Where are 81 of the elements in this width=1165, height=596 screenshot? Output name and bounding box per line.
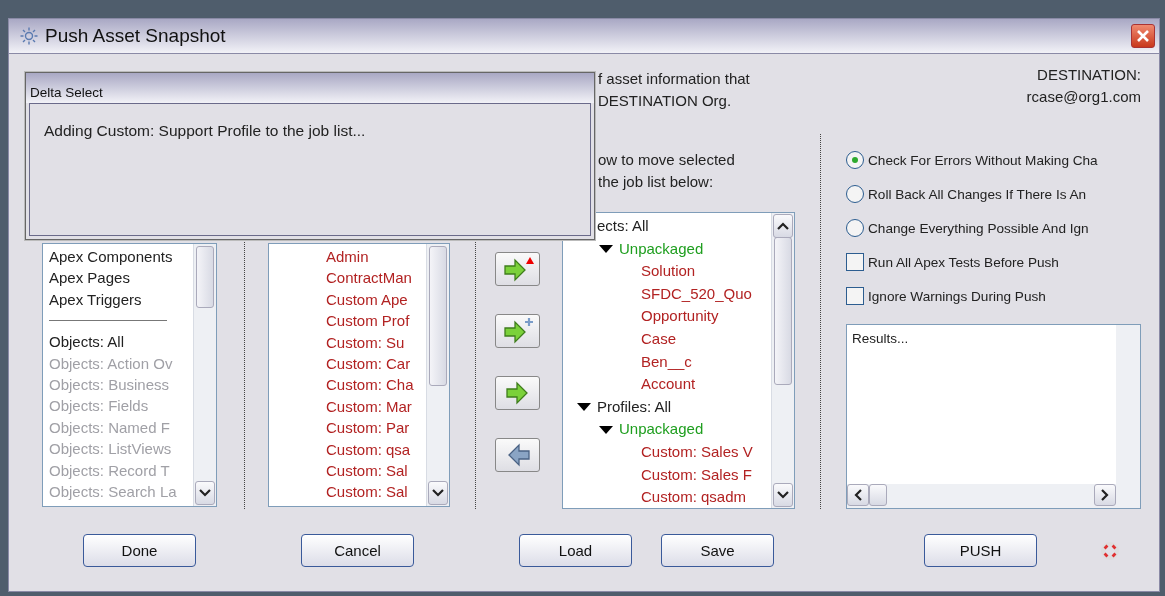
left-caret-icon <box>854 489 862 502</box>
radio-button[interactable] <box>846 185 864 204</box>
radio-button[interactable] <box>846 151 864 170</box>
tree-item[interactable]: Unpackaged <box>563 418 771 441</box>
scroll-left-button[interactable] <box>847 484 869 507</box>
list-item[interactable]: Custom: Cha <box>269 374 426 396</box>
list-item[interactable]: Admin <box>269 246 426 268</box>
tree-item[interactable]: Account <box>563 373 771 396</box>
description-text: f asset information that DESTINATION Org. <box>597 69 751 111</box>
arrow-right-plus-icon <box>501 317 534 345</box>
cancel-button[interactable]: Cancel <box>301 534 414 567</box>
dialog-title: Delta Select <box>26 73 594 103</box>
down-caret-icon <box>199 489 211 497</box>
scroll-down-button[interactable] <box>773 483 793 507</box>
list-item[interactable]: Custom: Car <box>269 352 426 375</box>
right-caret-icon <box>1101 489 1109 502</box>
expanded-triangle-icon[interactable] <box>577 403 591 412</box>
load-button[interactable]: Load <box>519 534 632 567</box>
scroll-thumb[interactable] <box>429 246 447 386</box>
tree-item[interactable]: Case <box>563 327 771 351</box>
scrollbar[interactable] <box>193 244 216 506</box>
move-button[interactable] <box>495 314 540 348</box>
option-label: Roll Back All Changes If There Is An <box>868 186 1087 202</box>
tree-item[interactable]: Opportunity <box>563 305 771 328</box>
done-button[interactable]: Done <box>83 534 196 567</box>
scroll-thumb[interactable] <box>869 484 887 507</box>
list-item[interactable]: Custom Prof <box>269 310 426 332</box>
list-item[interactable]: Custom: qsa <box>269 438 426 460</box>
checkbox[interactable] <box>846 253 864 272</box>
scroll-down-button[interactable] <box>195 481 215 505</box>
list-item[interactable]: Custom: Sal <box>269 459 426 482</box>
list-item[interactable]: ContractMan <box>269 267 426 289</box>
tree-item[interactable]: Custom: Sales V <box>563 440 771 464</box>
option-label: Check For Errors Without Making Cha <box>868 152 1098 168</box>
tree-item[interactable]: Solution <box>563 260 771 283</box>
scroll-right-button[interactable] <box>1094 484 1116 507</box>
move-button[interactable] <box>495 252 540 286</box>
results-text: Results... <box>851 329 910 348</box>
arrow-right-triangle-icon <box>501 255 534 283</box>
tree-item[interactable]: Custom: Sales F <box>563 463 771 487</box>
scrollbar[interactable] <box>771 213 794 508</box>
radio-button[interactable] <box>846 219 864 238</box>
scrollbar[interactable] <box>426 244 449 506</box>
option-label: Change Everything Possible And Ign <box>868 220 1089 236</box>
destination-text: DESTINATION: rcase@org1.com <box>1025 65 1142 107</box>
list-item[interactable]: Apex Triggers <box>43 288 193 311</box>
lifebuoy-icon[interactable] <box>1100 540 1120 561</box>
status-message: Adding Custom: Support Profile to the job list... <box>43 121 367 140</box>
option-label: Run All Apex Tests Before Push <box>868 254 1059 270</box>
list-item[interactable]: Custom: Mar <box>269 395 426 418</box>
list-item[interactable]: Custom: Su <box>269 331 426 353</box>
down-caret-icon <box>777 491 789 499</box>
scrollbar-corner <box>1116 484 1140 509</box>
window-title: Push Asset Snapshot <box>45 25 227 47</box>
close-button[interactable] <box>1131 24 1155 48</box>
close-icon <box>1136 29 1150 43</box>
up-caret-icon <box>777 222 789 230</box>
option-label: Ignore Warnings During Push <box>868 289 1046 304</box>
expanded-triangle-icon[interactable] <box>599 425 613 434</box>
save-button[interactable]: Save <box>661 534 774 567</box>
list-item[interactable]: Objects: All <box>43 331 193 353</box>
checkbox[interactable] <box>846 287 864 306</box>
move-button[interactable] <box>495 438 540 472</box>
push-button[interactable]: PUSH <box>924 534 1037 567</box>
scroll-thumb[interactable] <box>196 246 214 308</box>
list-item[interactable]: Apex Components <box>43 246 193 268</box>
list-item[interactable]: Custom Ape <box>269 288 426 311</box>
move-button[interactable] <box>495 376 540 410</box>
scroll-down-button[interactable] <box>428 481 448 505</box>
list-item[interactable]: Custom: Par <box>269 417 426 439</box>
scroll-up-button[interactable] <box>773 214 793 238</box>
horizontal-scrollbar[interactable] <box>847 484 1116 509</box>
tree-item[interactable]: Profiles: All <box>563 395 771 419</box>
scroll-thumb[interactable] <box>774 237 792 385</box>
tree-item[interactable]: Custom: qsadm <box>563 486 771 508</box>
tree-item[interactable]: SFDC_520_Quo <box>563 282 771 306</box>
list-item[interactable]: Apex Pages <box>43 267 193 289</box>
down-caret-icon <box>432 489 444 497</box>
tree-item[interactable]: Ben__c <box>563 350 771 374</box>
instruction-text: ow to move selected the job list below: <box>597 150 736 192</box>
list-item[interactable]: Custom: Sal <box>269 481 426 503</box>
